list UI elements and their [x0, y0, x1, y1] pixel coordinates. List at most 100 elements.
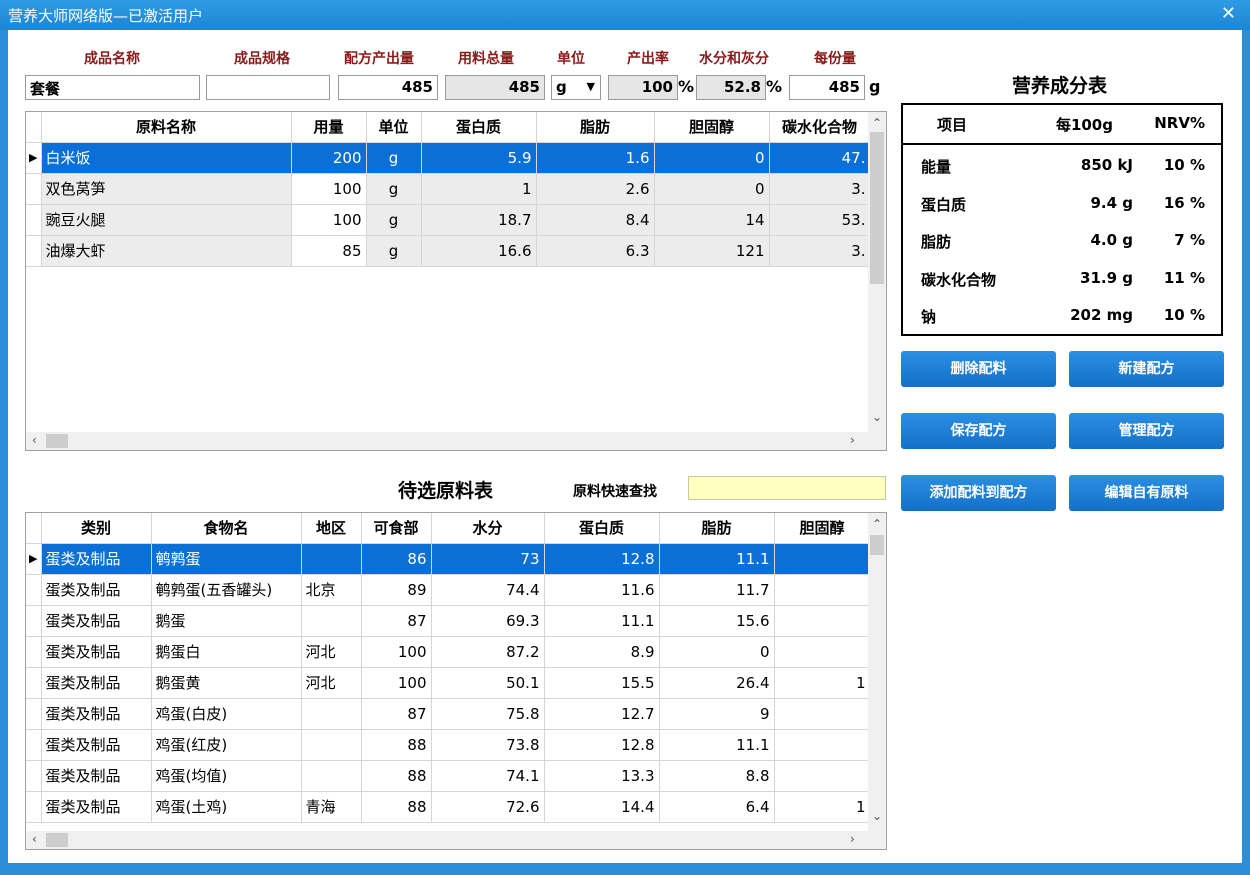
recipe-cell[interactable]: 双色莴笋	[41, 173, 292, 205]
ingredient-cell[interactable]: 鹅蛋黄	[151, 667, 302, 699]
recipe-col-header[interactable]: 碳水化合物	[769, 112, 871, 143]
ingredient-cell[interactable]: 1	[774, 667, 871, 699]
recipe-cell[interactable]: 5.9	[421, 142, 537, 174]
ingredient-cell[interactable]: 88	[361, 729, 432, 761]
recipe-col-header[interactable]: 单位	[366, 112, 422, 143]
ingredient-cell[interactable]	[301, 729, 362, 761]
recipe-cell[interactable]: g	[366, 173, 422, 205]
scroll-down-icon[interactable]: ⌄	[872, 410, 882, 424]
ingredient-cell[interactable]: 75.8	[431, 698, 545, 730]
output-field[interactable]: 485	[338, 75, 438, 100]
recipe-col-header[interactable]: 胆固醇	[654, 112, 770, 143]
recipe-cell[interactable]: 121	[654, 235, 770, 267]
ingredient-cell[interactable]: 河北	[301, 667, 362, 699]
recipe-cell[interactable]: 0	[654, 142, 770, 174]
recipe-cell[interactable]: 1	[421, 173, 537, 205]
close-icon[interactable]: ✕	[1221, 3, 1236, 24]
ingredient-cell[interactable]: 8.9	[544, 636, 660, 668]
recipe-cell[interactable]: 18.7	[421, 204, 537, 236]
ingredient-cell[interactable]: 9	[659, 698, 775, 730]
ingredient-cell[interactable]: 12.7	[544, 698, 660, 730]
recipe-row[interactable]: 双色莴笋 100 g 1 2.6 0 3.	[26, 173, 871, 205]
ingredient-cell[interactable]: 鹌鹑蛋(五香罐头)	[151, 574, 302, 606]
ingredient-cell[interactable]: 蛋类及制品	[41, 698, 152, 730]
ingredient-col-header[interactable]: 类别	[41, 513, 152, 544]
recipe-cell[interactable]: 3.	[769, 235, 871, 267]
recipe-cell[interactable]: g	[366, 142, 422, 174]
recipe-cell[interactable]: g	[366, 235, 422, 267]
recipe-col-header[interactable]: 蛋白质	[421, 112, 537, 143]
edit-own-ingredient-button[interactable]: 编辑自有原料	[1069, 475, 1224, 511]
manage-recipe-button[interactable]: 管理配方	[1069, 413, 1224, 449]
recipe-cell[interactable]: 14	[654, 204, 770, 236]
add-to-recipe-button[interactable]: 添加配料到配方	[901, 475, 1056, 511]
recipe-cell[interactable]: 0	[654, 173, 770, 205]
ingredient-cell[interactable]: 蛋类及制品	[41, 729, 152, 761]
ingredient-cell[interactable]: 鹅蛋	[151, 605, 302, 637]
ingredient-col-header[interactable]: 脂肪	[659, 513, 775, 544]
ingredient-cell[interactable]: 0	[659, 636, 775, 668]
recipe-hscroll[interactable]: ‹ ›	[26, 432, 886, 450]
ingredient-cell[interactable]: 73.8	[431, 729, 545, 761]
scroll-left-icon[interactable]: ‹	[32, 832, 37, 846]
recipe-row[interactable]: ▶ 白米饭 200 g 5.9 1.6 0 47.	[26, 142, 871, 174]
ingredient-cell[interactable]: 鸡蛋(均值)	[151, 760, 302, 792]
ingredient-cell[interactable]: 12.8	[544, 729, 660, 761]
ingredient-cell[interactable]: 69.3	[431, 605, 545, 637]
ingredient-cell[interactable]	[774, 574, 871, 606]
ingredient-cell[interactable]	[301, 698, 362, 730]
ingredient-cell[interactable]: 鹅蛋白	[151, 636, 302, 668]
recipe-cell[interactable]: 白米饭	[41, 142, 292, 174]
ingredient-cell[interactable]: 11.1	[544, 605, 660, 637]
ingredient-cell[interactable]: 89	[361, 574, 432, 606]
ingredient-col-header[interactable]: 胆固醇	[774, 513, 871, 544]
ingredient-cell[interactable]: 88	[361, 791, 432, 823]
ingredient-row[interactable]: 蛋类及制品 鸡蛋(白皮) 87 75.8 12.7 9	[26, 698, 871, 730]
ingredient-cell[interactable]: 11.6	[544, 574, 660, 606]
ingredients-grid[interactable]: 类别 食物名 地区 可食部 水分 蛋白质 脂肪 胆固醇 ▶ 蛋类及制品 鹌鹑蛋 86 73 12.8 11…	[25, 512, 887, 850]
ingredient-cell[interactable]	[774, 698, 871, 730]
recipe-cell[interactable]: 100	[291, 173, 367, 205]
ingredient-cell[interactable]: 蛋类及制品	[41, 636, 152, 668]
ingredient-cell[interactable]: 88	[361, 760, 432, 792]
recipe-cell[interactable]: 豌豆火腿	[41, 204, 292, 236]
ingredient-cell[interactable]: 鸡蛋(土鸡)	[151, 791, 302, 823]
recipe-col-header[interactable]: 用量	[291, 112, 367, 143]
ingredient-col-header[interactable]: 水分	[431, 513, 545, 544]
ingredient-cell[interactable]: 鸡蛋(红皮)	[151, 729, 302, 761]
ingredient-cell[interactable]: 蛋类及制品	[41, 574, 152, 606]
ingredient-cell[interactable]	[301, 760, 362, 792]
ingredient-cell[interactable]: 13.3	[544, 760, 660, 792]
ingredient-col-header[interactable]: 地区	[301, 513, 362, 544]
ingredient-cell[interactable]: 74.1	[431, 760, 545, 792]
ingredient-cell[interactable]: 15.5	[544, 667, 660, 699]
ingredient-cell[interactable]: 8.8	[659, 760, 775, 792]
scroll-right-icon[interactable]: ›	[850, 832, 855, 846]
recipe-cell[interactable]: 47.	[769, 142, 871, 174]
ingredient-cell[interactable]: 26.4	[659, 667, 775, 699]
recipe-row[interactable]: 豌豆火腿 100 g 18.7 8.4 14 53.	[26, 204, 871, 236]
ingredient-cell[interactable]: 河北	[301, 636, 362, 668]
recipe-col-header[interactable]: 脂肪	[536, 112, 655, 143]
unit-select[interactable]: g ▼	[551, 75, 601, 100]
ingredient-row[interactable]: 蛋类及制品 鹅蛋白 河北 100 87.2 8.9 0	[26, 636, 871, 668]
recipe-cell[interactable]: 16.6	[421, 235, 537, 267]
new-recipe-button[interactable]: 新建配方	[1069, 351, 1224, 387]
recipe-cell[interactable]: 8.4	[536, 204, 655, 236]
ingredient-cell[interactable]: 北京	[301, 574, 362, 606]
ingredient-cell[interactable]: 87.2	[431, 636, 545, 668]
ingredient-col-header[interactable]: 食物名	[151, 513, 302, 544]
scroll-up-icon[interactable]: ⌃	[872, 517, 882, 531]
ingredient-cell[interactable]: 74.4	[431, 574, 545, 606]
product-name-input[interactable]: 套餐	[25, 75, 200, 100]
ingredients-vscroll-thumb[interactable]	[870, 535, 884, 555]
ingredient-cell[interactable]: 14.4	[544, 791, 660, 823]
ingredient-row[interactable]: 蛋类及制品 鹅蛋 87 69.3 11.1 15.6	[26, 605, 871, 637]
save-recipe-button[interactable]: 保存配方	[901, 413, 1056, 449]
ingredient-cell[interactable]: 50.1	[431, 667, 545, 699]
ingredient-cell[interactable]: 11.7	[659, 574, 775, 606]
recipe-cell[interactable]: 53.	[769, 204, 871, 236]
recipe-col-header[interactable]: 原料名称	[41, 112, 292, 143]
ingredient-cell[interactable]	[774, 729, 871, 761]
recipe-hscroll-thumb[interactable]	[46, 434, 68, 448]
